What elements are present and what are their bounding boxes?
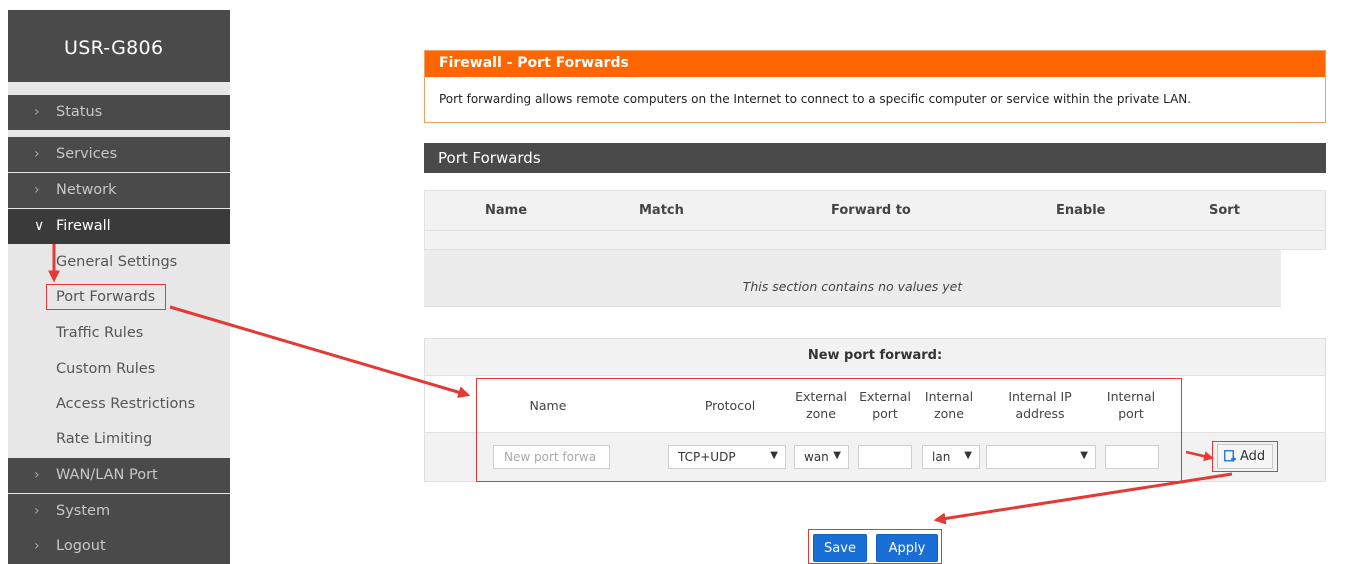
dropdown-arrow-icon: ▼ [770, 450, 778, 461]
sidebar-item-general-settings[interactable]: General Settings [8, 245, 230, 280]
chevron-right-icon: › [34, 146, 40, 162]
sidebar-item-label: Traffic Rules [56, 325, 144, 341]
new-col-internal-zone: Internal zone [924, 389, 974, 421]
sidebar-item-label: Access Restrictions [56, 396, 196, 412]
chevron-right-icon: › [34, 538, 40, 554]
sidebar-item-rate-limiting[interactable]: Rate Limiting [8, 422, 230, 457]
sidebar-item-label: Services [56, 146, 118, 162]
port-forwards-table-header: Name Match Forward to Enable Sort [424, 190, 1326, 250]
sidebar-item-label: Custom Rules [56, 361, 156, 377]
dropdown-arrow-icon: ▼ [1080, 450, 1088, 461]
column-header-enable: Enable [1056, 203, 1106, 218]
external-zone-select[interactable]: wan ▼ [794, 445, 849, 469]
sidebar-item-access-restrictions[interactable]: Access Restrictions [8, 387, 230, 422]
sidebar-item-network[interactable]: › Network [8, 173, 230, 208]
add-icon [1224, 450, 1236, 462]
sidebar-item-label: Logout [56, 538, 106, 554]
empty-table-row: This section contains no values yet [424, 250, 1281, 307]
new-col-internal-port: Internal port [1106, 389, 1156, 421]
panel-header: Firewall - Port Forwards [425, 51, 1325, 77]
add-button[interactable]: Add [1217, 444, 1273, 469]
panel-description: Port forwarding allows remote computers … [439, 92, 1192, 106]
new-col-external-port: External port [859, 389, 911, 421]
apply-button[interactable]: Apply [876, 534, 938, 562]
sidebar-item-status[interactable]: › Status [8, 95, 230, 130]
empty-message: This section contains no values yet [742, 279, 963, 294]
new-forward-name-input[interactable]: New port forwa [493, 445, 610, 469]
add-button-label: Add [1240, 449, 1266, 464]
panel-title: Firewall - Port Forwards [439, 55, 629, 71]
new-col-protocol: Protocol [704, 398, 756, 413]
sidebar-item-system[interactable]: › System [8, 494, 230, 529]
column-header-name: Name [485, 203, 528, 218]
chevron-right-icon: › [34, 467, 40, 483]
sidebar-item-label: Network [56, 182, 117, 198]
sidebar-item-label: System [56, 503, 111, 519]
external-zone-value: wan [804, 450, 829, 464]
section-title: Port Forwards [438, 149, 541, 167]
chevron-right-icon: › [34, 503, 40, 519]
firewall-info-panel: Firewall - Port Forwards Port forwarding… [424, 50, 1326, 123]
sidebar-item-label: Firewall [56, 218, 111, 234]
sidebar-item-port-forwards[interactable]: Port Forwards [8, 280, 230, 315]
internal-zone-value: lan [932, 450, 951, 464]
brand-logo-text: USR-G806 [64, 37, 164, 59]
column-header-sort: Sort [1209, 203, 1240, 218]
chevron-right-icon: › [34, 182, 40, 198]
sidebar-item-custom-rules[interactable]: Custom Rules [8, 352, 230, 387]
protocol-value: TCP+UDP [678, 450, 736, 464]
sidebar-item-label: WAN/LAN Port [56, 467, 158, 483]
protocol-select[interactable]: TCP+UDP ▼ [668, 445, 786, 469]
sidebar-item-logout[interactable]: › Logout [8, 529, 230, 564]
new-col-name: Name [529, 398, 567, 413]
sidebar-item-label: General Settings [56, 254, 178, 270]
chevron-down-icon: ∨ [34, 218, 45, 234]
internal-port-input[interactable] [1105, 445, 1159, 469]
column-header-forward-to: Forward to [831, 203, 911, 218]
brand-header: USR-G806 [8, 10, 230, 82]
sidebar-item-label: Rate Limiting [56, 431, 153, 447]
new-col-external-zone: External zone [795, 389, 847, 421]
name-placeholder: New port forwa [504, 450, 597, 464]
sidebar-item-wan-lan-port[interactable]: › WAN/LAN Port [8, 458, 230, 493]
save-button[interactable]: Save [813, 534, 867, 562]
dropdown-arrow-icon: ▼ [964, 450, 972, 461]
new-port-forward-title: New port forward: [807, 348, 943, 363]
sidebar-item-label: Status [56, 104, 103, 120]
sidebar-item-firewall[interactable]: ∨ Firewall [8, 209, 230, 244]
external-port-input[interactable] [858, 445, 912, 469]
chevron-right-icon: › [34, 104, 40, 120]
internal-ip-select[interactable]: ▼ [986, 445, 1096, 469]
column-header-match: Match [639, 203, 684, 218]
sidebar: USR-G806 › Status › Services › Network ∨… [8, 10, 230, 564]
selected-highlight-box [46, 284, 166, 310]
dropdown-arrow-icon: ▼ [833, 450, 841, 461]
new-col-internal-ip: Internal IP address [1008, 389, 1072, 421]
port-forwards-section-header: Port Forwards [424, 143, 1326, 173]
sidebar-item-services[interactable]: › Services [8, 137, 230, 172]
sidebar-item-traffic-rules[interactable]: Traffic Rules [8, 316, 230, 351]
internal-zone-select[interactable]: lan ▼ [922, 445, 980, 469]
